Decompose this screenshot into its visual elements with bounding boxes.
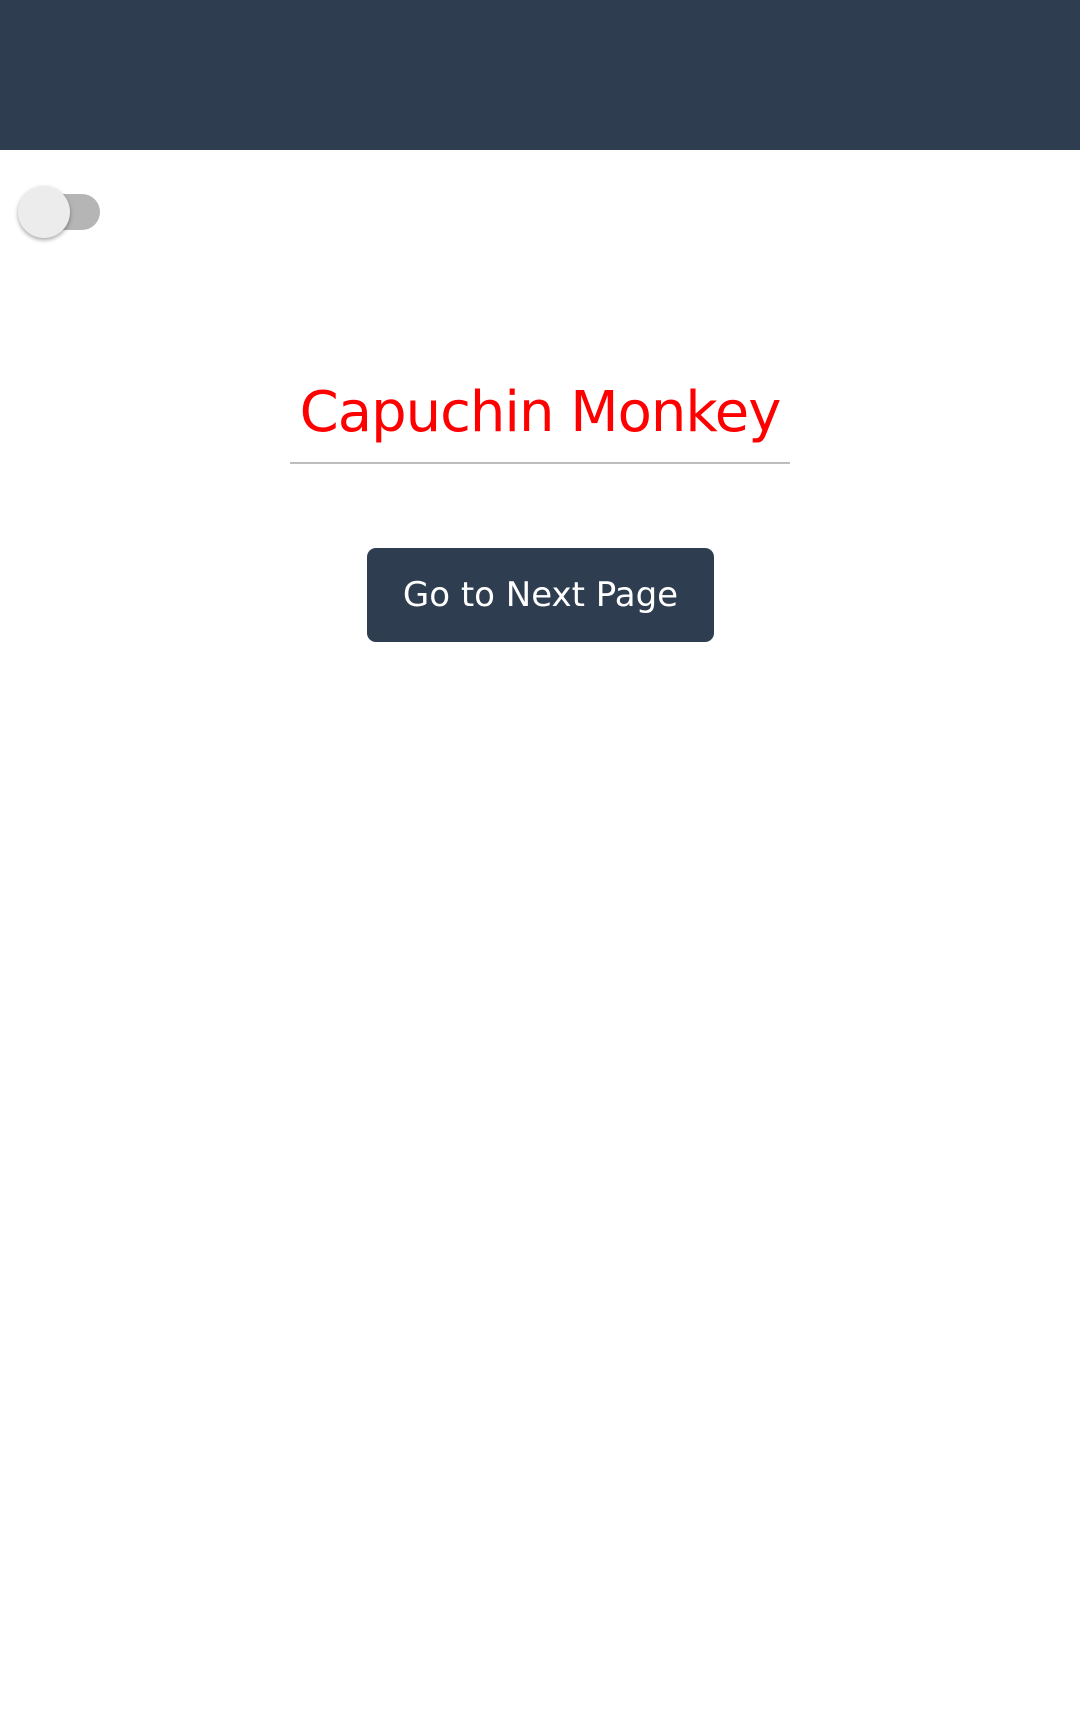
- toggle-switch[interactable]: [18, 186, 104, 238]
- animal-name-field[interactable]: Capuchin Monkey: [290, 370, 790, 464]
- animal-name-text: Capuchin Monkey: [299, 380, 782, 445]
- toggle-thumb: [18, 186, 70, 238]
- app-bar: [0, 0, 1080, 150]
- screen: Capuchin Monkey Go to Next Page: [0, 0, 1080, 1735]
- next-button-label: Go to Next Page: [402, 575, 679, 615]
- go-to-next-page-button[interactable]: Go to Next Page: [367, 548, 714, 642]
